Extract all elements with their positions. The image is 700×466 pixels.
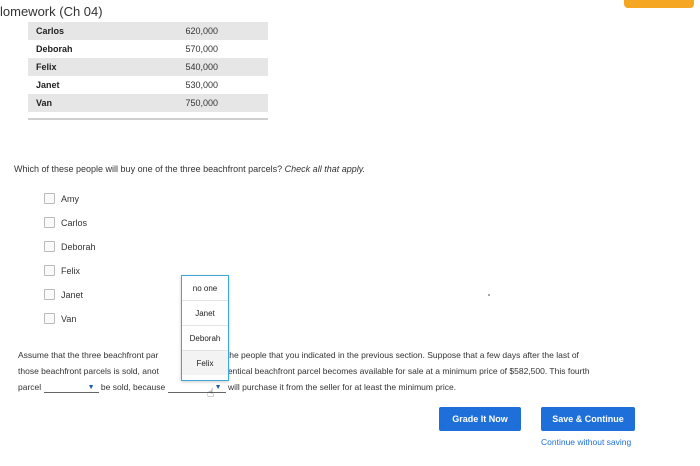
table-row: Felix 540,000	[28, 58, 268, 76]
checkbox[interactable]	[44, 217, 55, 228]
buyer-dropdown-menu: no one Janet Deborah Felix	[181, 275, 229, 381]
question-text: Which of these people will buy one of th…	[14, 164, 366, 174]
decorative-dot	[488, 294, 490, 296]
option-deborah[interactable]: Deborah	[44, 241, 96, 252]
table-row: Janet 530,000	[28, 76, 268, 94]
paragraph-line-1: Assume that the three beachfront par d to…	[18, 350, 579, 360]
option-van[interactable]: Van	[44, 313, 76, 324]
buyer-name: Felix	[28, 58, 117, 76]
buyer-value: 750,000	[116, 94, 268, 112]
paragraph-line-3: parcel ▼ be sold, because ▼ will purchas…	[18, 382, 457, 393]
dropdown-option-felix[interactable]: Felix	[182, 351, 228, 375]
option-janet[interactable]: Janet	[44, 289, 83, 300]
buyers-table: Carlos 620,000 Deborah 570,000 Felix 540,00…	[28, 22, 268, 112]
buyer-value: 570,000	[185, 44, 218, 54]
buyer-name: Deborah	[36, 44, 73, 54]
paragraph-line-2: those beachfront parcels is sold, anot ll…	[18, 366, 590, 376]
checkbox[interactable]	[44, 241, 55, 252]
buyer-name: Van	[28, 94, 117, 112]
checkbox[interactable]	[44, 265, 55, 276]
buyer-value: 540,000	[116, 58, 268, 76]
dropdown-option-no-one[interactable]: no one	[182, 276, 228, 301]
table-divider	[28, 118, 268, 120]
buyer-value: 530,000	[185, 80, 218, 90]
parcel-dropdown[interactable]: ▼	[43, 383, 99, 393]
question-instruction: Check all that apply.	[284, 164, 366, 174]
dropdown-arrow-icon: ▼	[214, 383, 222, 391]
buyer-value: 620,000	[116, 22, 268, 40]
option-felix[interactable]: Felix	[44, 265, 80, 276]
checkbox[interactable]	[44, 313, 55, 324]
table-row: Deborah 570,000	[28, 40, 268, 58]
table-row: Carlos 620,000	[28, 22, 268, 40]
grade-it-now-button[interactable]: Grade It Now	[439, 407, 521, 431]
buyer-name: Carlos	[28, 22, 117, 40]
buyer-name: Janet	[36, 80, 60, 90]
dropdown-option-janet[interactable]: Janet	[182, 301, 228, 326]
checkbox[interactable]	[44, 193, 55, 204]
page-title: lomework (Ch 04)	[0, 4, 103, 19]
table-row: Van 750,000	[28, 94, 268, 112]
save-continue-button[interactable]: Save & Continue	[541, 407, 635, 431]
option-carlos[interactable]: Carlos	[44, 217, 87, 228]
dropdown-arrow-icon: ▼	[87, 383, 95, 391]
checkbox[interactable]	[44, 289, 55, 300]
hand-cursor-icon: ☝	[207, 386, 215, 400]
buyer-dropdown[interactable]: ▼	[167, 383, 226, 393]
dropdown-option-deborah[interactable]: Deborah	[182, 326, 228, 351]
option-amy[interactable]: Amy	[44, 193, 79, 204]
continue-without-saving-link[interactable]: Continue without saving	[541, 437, 631, 447]
brand-logo	[624, 0, 694, 8]
